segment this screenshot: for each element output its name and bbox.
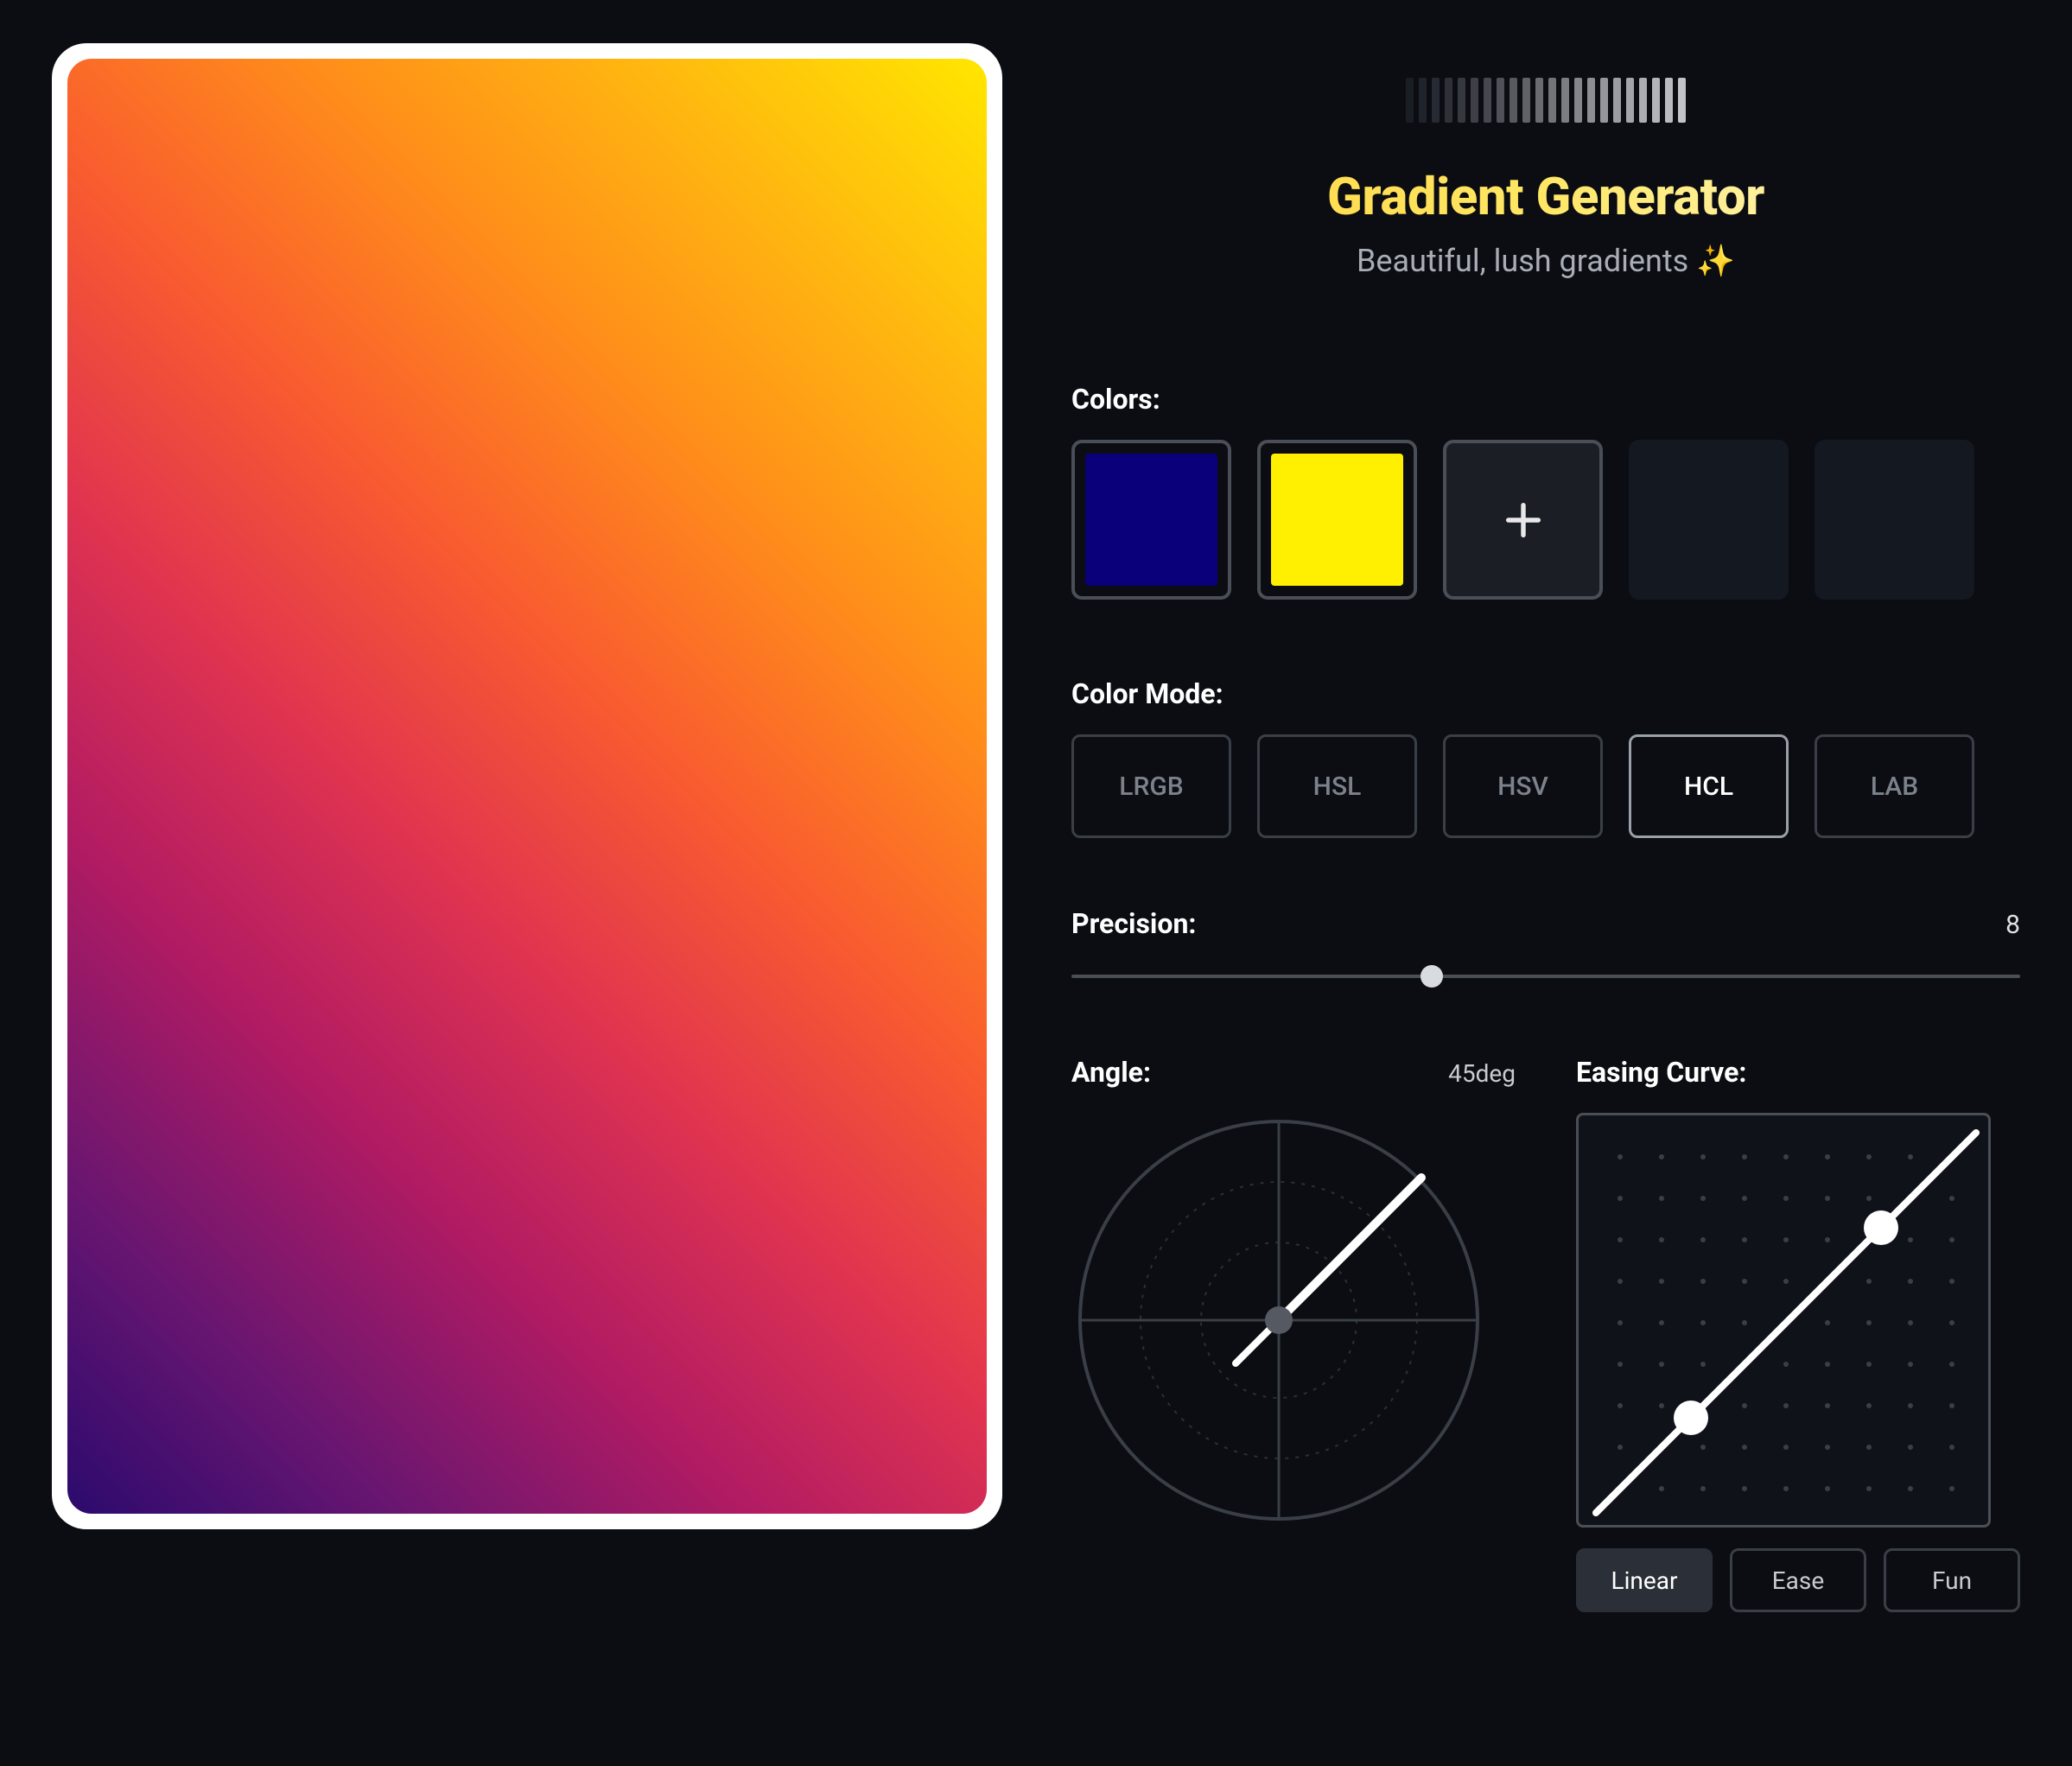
app-subtitle: Beautiful, lush gradients ✨ [1071, 243, 2020, 279]
spectrum-bar [1639, 78, 1647, 123]
controls-panel: Gradient Generator Beautiful, lush gradi… [1071, 43, 2020, 1612]
color-mode-option-hcl[interactable]: HCL [1629, 734, 1789, 838]
spectrum-bar [1587, 78, 1595, 123]
spectrum-bar [1522, 78, 1530, 123]
spectrum-bar [1600, 78, 1608, 123]
colors-section: Colors: [1071, 383, 2020, 677]
precision-slider-thumb[interactable] [1421, 965, 1443, 988]
color-mode-option-hsv[interactable]: HSV [1443, 734, 1603, 838]
easing-curve-line [1596, 1133, 1976, 1513]
precision-label: Precision: [1071, 907, 1196, 940]
precision-value: 8 [2005, 910, 2020, 940]
spectrum-bar [1484, 78, 1491, 123]
add-color-button[interactable] [1443, 440, 1603, 600]
spectrum-bar [1652, 78, 1660, 123]
spectrum-bar [1613, 78, 1621, 123]
angle-value: 45deg [1448, 1059, 1516, 1088]
color-swatch-1[interactable] [1257, 440, 1417, 600]
plus-icon [1501, 498, 1546, 543]
color-mode-section: Color Mode: LRGBHSLHSVHCLLAB [1071, 677, 2020, 907]
color-mode-option-lrgb[interactable]: LRGB [1071, 734, 1231, 838]
color-slot-empty [1815, 440, 1974, 600]
spectrum-bar [1471, 78, 1478, 123]
angle-section: Angle: 45deg [1071, 1056, 1516, 1612]
easing-curve-editor[interactable] [1576, 1113, 1991, 1528]
spectrum-bar [1497, 78, 1504, 123]
easing-preset-fun[interactable]: Fun [1884, 1548, 2020, 1612]
easing-preset-linear[interactable]: Linear [1576, 1548, 1713, 1612]
angle-label: Angle: [1071, 1056, 1151, 1089]
color-swatch-0[interactable] [1071, 440, 1231, 600]
spectrum-bar [1432, 78, 1440, 123]
color-swatch-fill [1085, 454, 1217, 586]
spectrum-bar [1626, 78, 1634, 123]
precision-slider[interactable] [1071, 975, 2020, 978]
spectrum-bar [1458, 78, 1465, 123]
angle-dial[interactable] [1071, 1113, 1486, 1528]
color-mode-option-lab[interactable]: LAB [1815, 734, 1974, 838]
spectrum-bar [1561, 78, 1569, 123]
easing-handle-p1[interactable] [1674, 1401, 1708, 1435]
color-mode-label: Color Mode: [1071, 677, 2020, 710]
spectrum-bar [1548, 78, 1556, 123]
spectrum-bar [1406, 78, 1414, 123]
spectrum-bar [1535, 78, 1543, 123]
header: Gradient Generator Beautiful, lush gradi… [1071, 78, 2020, 279]
precision-section: Precision: 8 [1071, 907, 2020, 978]
spectrum-decoration [1071, 78, 2020, 123]
easing-preset-ease[interactable]: Ease [1730, 1548, 1866, 1612]
spectrum-bar [1678, 78, 1686, 123]
spectrum-bar [1419, 78, 1427, 123]
spectrum-bar [1510, 78, 1517, 123]
color-slot-empty [1629, 440, 1789, 600]
color-swatch-fill [1271, 454, 1403, 586]
spectrum-bar [1665, 78, 1673, 123]
gradient-preview-frame [52, 43, 1002, 1529]
app-title: Gradient Generator [1071, 166, 2020, 227]
spectrum-bar [1445, 78, 1452, 123]
colors-label: Colors: [1071, 383, 2020, 416]
easing-label: Easing Curve: [1576, 1056, 1746, 1089]
easing-handle-p2[interactable] [1864, 1210, 1898, 1245]
color-mode-option-hsl[interactable]: HSL [1257, 734, 1417, 838]
spectrum-bar [1574, 78, 1582, 123]
easing-section: Easing Curve: Linear Ease Fun [1576, 1056, 2020, 1612]
gradient-preview [67, 59, 987, 1514]
